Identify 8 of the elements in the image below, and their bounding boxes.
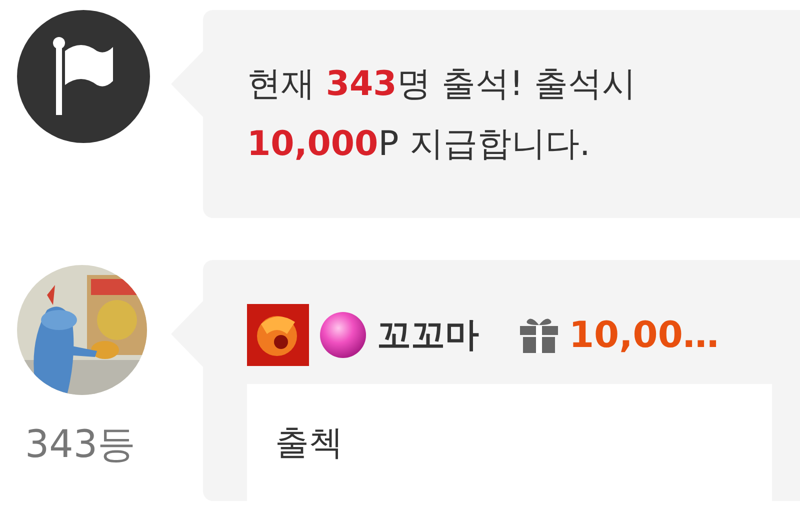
comment-text: 출첵 xyxy=(275,423,343,463)
gift-icon xyxy=(519,317,559,353)
points-label: 10,00… xyxy=(569,314,719,356)
ball-icon xyxy=(319,311,367,359)
user-name[interactable]: 꼬꼬마 xyxy=(377,312,479,358)
rank-label: 343등 xyxy=(25,421,136,468)
notice-message: 현재 343명 출석! 출석시 10,000P 지급합니다. xyxy=(247,63,638,166)
level-badge-icon xyxy=(247,304,309,366)
